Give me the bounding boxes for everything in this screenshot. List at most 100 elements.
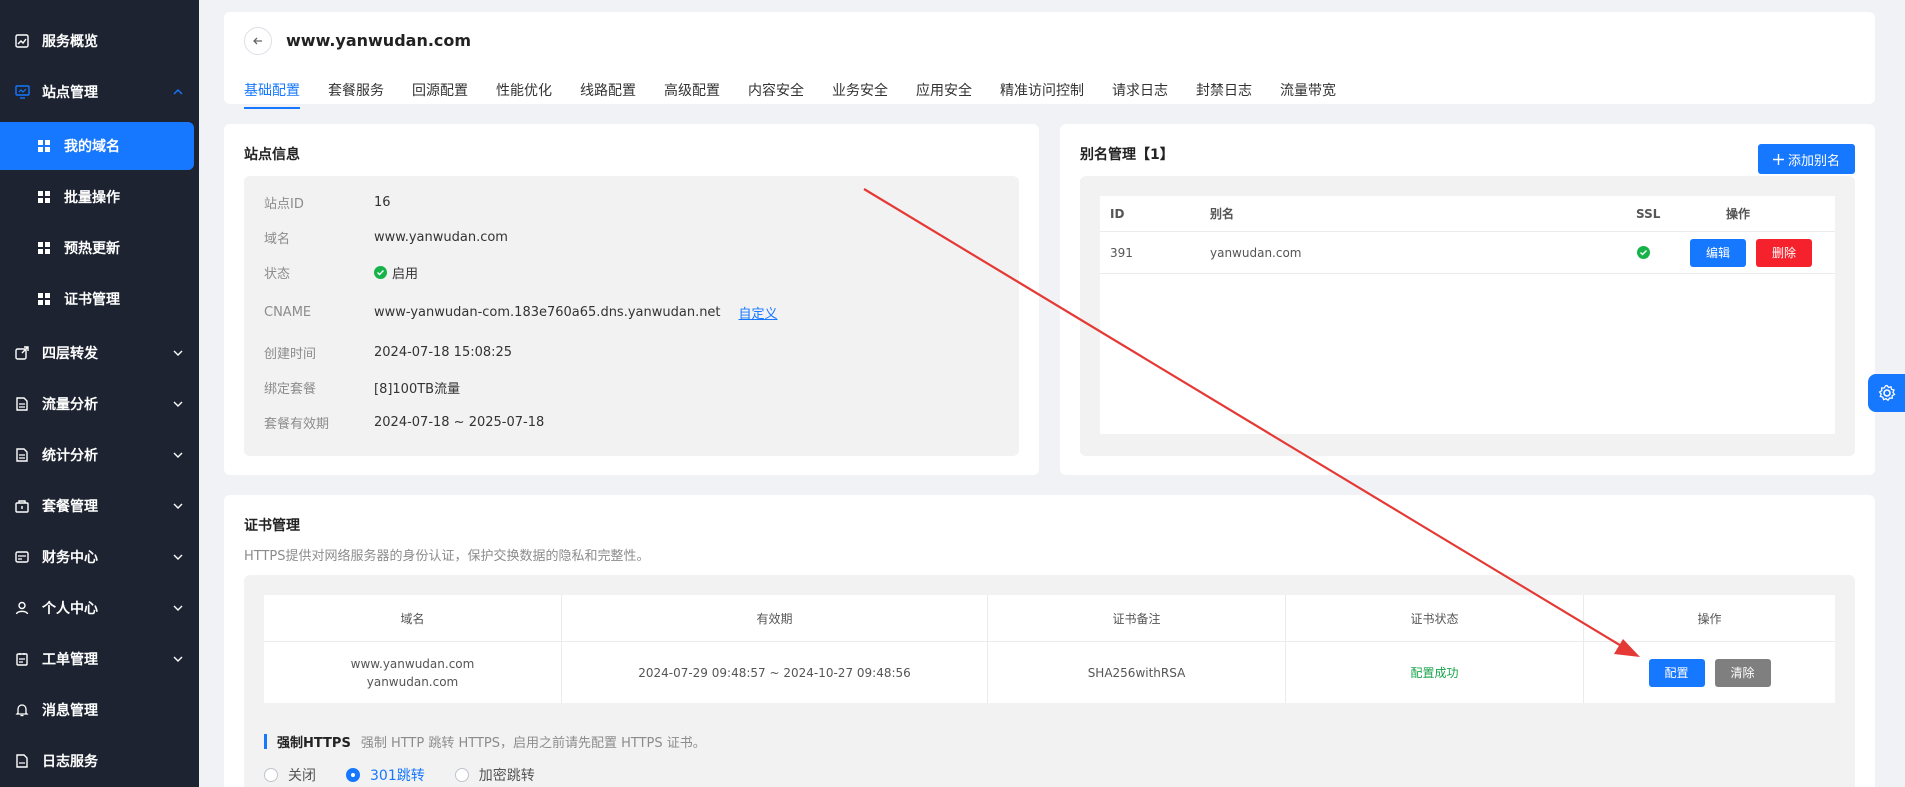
document-icon — [14, 447, 30, 463]
page-title: www.yanwudan.com — [286, 31, 472, 50]
sidebar-item-label: 我的域名 — [64, 139, 120, 155]
tab-content-security[interactable]: 内容安全 — [748, 80, 804, 109]
alias-actions: 编辑 删除 — [1690, 232, 1812, 273]
alias-table: ID 别名 SSL 操作 391 yanwudan.com 编辑 删除 — [1100, 196, 1835, 434]
chevron-down-icon — [173, 350, 183, 356]
tab-basic-config[interactable]: 基础配置 — [244, 80, 300, 109]
sidebar-item-tickets[interactable]: 工单管理 — [0, 635, 199, 683]
sidebar-item-messages[interactable]: 消息管理 — [0, 686, 199, 734]
sidebar-item-label: 预热更新 — [64, 241, 120, 257]
force-https-title: 强制HTTPS — [277, 736, 351, 751]
grid-icon — [36, 189, 52, 205]
table-row: 391 yanwudan.com 编辑 删除 — [1100, 232, 1835, 274]
user-icon — [14, 600, 30, 616]
customize-cname-link[interactable]: 自定义 — [739, 303, 778, 322]
col-domain: 域名 — [264, 595, 562, 641]
status-badge: 启用 — [374, 263, 418, 282]
radio-encrypted-redirect[interactable]: 加密跳转 — [454, 765, 535, 785]
tab-advanced-config[interactable]: 高级配置 — [664, 80, 720, 109]
ssl-check-icon — [1637, 232, 1650, 273]
cert-validity: 2024-07-29 09:48:57 ~ 2024-10-27 09:48:5… — [562, 642, 988, 703]
tab-traffic-bandwidth[interactable]: 流量带宽 — [1280, 80, 1336, 109]
chevron-down-icon — [173, 452, 183, 458]
cert-actions: 配置 清除 — [1584, 642, 1835, 703]
sidebar-item-label: 流量分析 — [42, 397, 98, 413]
document-icon — [14, 396, 30, 412]
radio-circle — [264, 768, 278, 782]
chevron-down-icon — [173, 605, 183, 611]
section-marker — [264, 734, 267, 749]
dashboard-icon — [14, 33, 30, 49]
back-button[interactable] — [244, 27, 272, 55]
site-header: www.yanwudan.com 基础配置 套餐服务 回源配置 性能优化 线路配… — [224, 12, 1875, 109]
col-actions: 操作 — [1726, 207, 1751, 221]
clear-cert-button[interactable]: 清除 — [1714, 658, 1771, 687]
tab-origin-config[interactable]: 回源配置 — [412, 80, 468, 109]
info-key: CNAME — [264, 304, 312, 320]
info-value: www.yanwudan.com — [374, 229, 508, 245]
tab-performance[interactable]: 性能优化 — [496, 80, 552, 109]
radio-off[interactable]: 关闭 — [264, 765, 316, 785]
info-row-site-id: 站点ID 16 — [264, 192, 391, 212]
force-https-options: 关闭 301跳转 加密跳转 — [264, 765, 565, 785]
sidebar-item-preheat[interactable]: 预热更新 — [0, 224, 199, 272]
sidebar-item-label: 证书管理 — [64, 292, 120, 308]
radio-301-redirect[interactable]: 301跳转 — [346, 765, 425, 785]
sidebar-item-my-domains[interactable]: 我的域名 — [0, 122, 194, 170]
cert-domains: www.yanwudan.com yanwudan.com — [264, 642, 562, 703]
tab-request-logs[interactable]: 请求日志 — [1112, 80, 1168, 109]
sidebar-item-site-management[interactable]: 站点管理 — [0, 68, 199, 116]
sidebar-item-label: 工单管理 — [42, 652, 98, 668]
tab-line-config[interactable]: 线路配置 — [580, 80, 636, 109]
tab-package-service[interactable]: 套餐服务 — [328, 80, 384, 109]
tab-access-control[interactable]: 精准访问控制 — [1000, 80, 1084, 109]
cert-title: 证书管理 — [244, 518, 300, 534]
info-key: 域名 — [264, 231, 291, 247]
cert-subtitle: HTTPS提供对网络服务器的身份认证，保护交换数据的隐私和完整性。 — [244, 549, 650, 564]
sidebar-item-label: 服务概览 — [42, 34, 98, 50]
sidebar-item-traffic-analysis[interactable]: 流量分析 — [0, 380, 199, 428]
sidebar-item-statistics[interactable]: 统计分析 — [0, 431, 199, 479]
grid-icon — [36, 240, 52, 256]
grid-icon — [36, 291, 52, 307]
floating-settings-button[interactable] — [1868, 374, 1905, 412]
radio-label: 关闭 — [288, 768, 316, 784]
force-https-desc: 强制 HTTP 跳转 HTTPS，启用之前请先配置 HTTPS 证书。 — [360, 736, 706, 751]
info-row-created: 创建时间 2024-07-18 15:08:25 — [264, 342, 512, 362]
info-row-package: 绑定套餐 [8]100TB流量 — [264, 377, 460, 397]
site-info-title: 站点信息 — [244, 147, 300, 163]
sidebar-item-cert-management[interactable]: 证书管理 — [0, 275, 199, 323]
sidebar-item-finance[interactable]: 财务中心 — [0, 533, 199, 581]
sidebar-item-label: 财务中心 — [42, 550, 98, 566]
add-alias-button[interactable]: 添加别名 — [1758, 144, 1855, 174]
sidebar-item-batch-ops[interactable]: 批量操作 — [0, 173, 199, 221]
gear-icon — [1878, 384, 1895, 402]
col-alias: 别名 — [1210, 207, 1235, 221]
radio-circle — [346, 768, 360, 782]
info-key: 状态 — [264, 266, 291, 282]
chevron-down-icon — [173, 656, 183, 662]
col-actions: 操作 — [1697, 611, 1722, 626]
info-row-cname: CNAME www-yanwudan-com.183e760a65.dns.ya… — [264, 302, 778, 322]
cert-remark: SHA256withRSA — [988, 642, 1286, 703]
configure-cert-button[interactable]: 配置 — [1648, 658, 1705, 687]
col-ssl: SSL — [1636, 206, 1661, 221]
tab-business-security[interactable]: 业务安全 — [832, 80, 888, 109]
sidebar-item-packages[interactable]: 套餐管理 — [0, 482, 199, 530]
sidebar-item-personal-center[interactable]: 个人中心 — [0, 584, 199, 632]
radio-label: 加密跳转 — [478, 768, 535, 784]
radio-label: 301跳转 — [370, 768, 425, 784]
sidebar-item-log-service[interactable]: 日志服务 — [0, 737, 199, 785]
check-circle-icon — [374, 265, 387, 279]
tab-ban-logs[interactable]: 封禁日志 — [1196, 80, 1252, 109]
alias-table-header: ID 别名 SSL 操作 — [1100, 196, 1835, 232]
tab-app-security[interactable]: 应用安全 — [916, 80, 972, 109]
alias-management-card: 别名管理【1】 添加别名 ID 别名 SSL 操作 391 yanwudan.c… — [1060, 124, 1875, 475]
sidebar-item-label: 消息管理 — [42, 703, 98, 719]
delete-alias-button[interactable]: 删除 — [1756, 238, 1812, 267]
ticket-icon — [14, 651, 30, 667]
sidebar-item-layer4[interactable]: 四层转发 — [0, 329, 199, 377]
sidebar-item-label: 站点管理 — [42, 85, 98, 101]
edit-alias-button[interactable]: 编辑 — [1690, 238, 1746, 267]
sidebar-item-service-overview[interactable]: 服务概览 — [0, 17, 199, 65]
